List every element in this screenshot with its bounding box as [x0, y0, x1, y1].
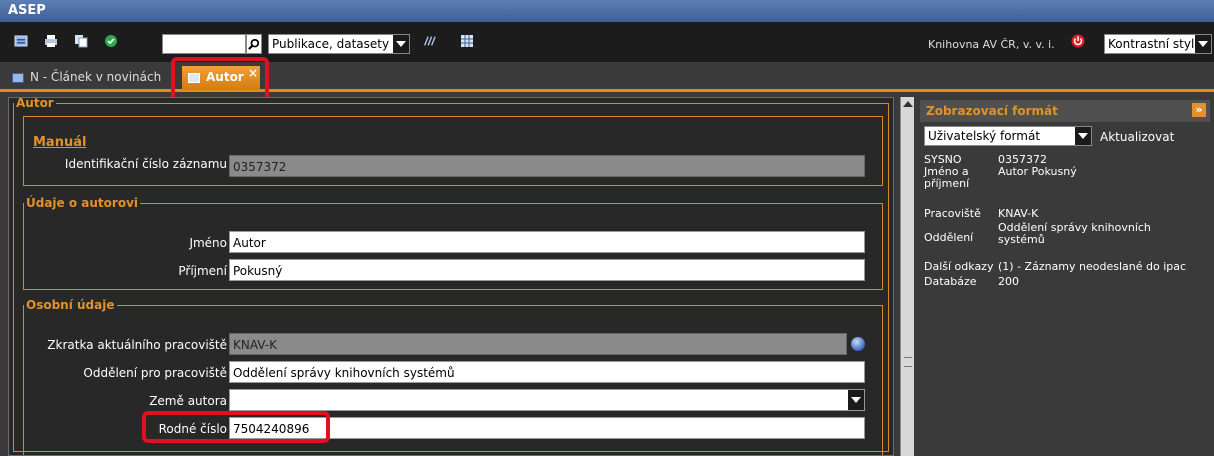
record-key: Další odkazy: [924, 260, 994, 273]
tab-autor[interactable]: Autor ×: [182, 66, 260, 90]
slashes-icon[interactable]: [422, 34, 438, 48]
scrollbar[interactable]: [900, 97, 914, 456]
record-value: Oddělení správy knihovních systémů: [998, 221, 1151, 246]
power-icon[interactable]: [1071, 34, 1085, 48]
chevron-down-icon: [848, 390, 864, 410]
prijmeni-field[interactable]: Pokusný: [229, 259, 865, 281]
tab-clanek[interactable]: N - Článek v novinách: [6, 66, 172, 90]
chevron-down-icon: [1195, 35, 1211, 53]
jmeno-label: Jméno: [189, 236, 227, 250]
copy-icon[interactable]: [74, 34, 88, 48]
close-icon[interactable]: ×: [248, 66, 258, 80]
record-value: Autor Pokusný: [998, 165, 1077, 178]
record-key: Pracoviště: [924, 207, 981, 220]
record-value: 200: [998, 275, 1019, 288]
database-select[interactable]: Publikace, datasety: [268, 34, 410, 54]
library-name: Knihovna AV ČR, v. v. i.: [928, 38, 1055, 51]
record-key: Databáze: [924, 275, 977, 288]
chevron-up-icon[interactable]: [903, 99, 913, 109]
app-title-bar: ASEP: [0, 0, 1214, 22]
form-panel: Autor Manuál Identifikační číslo záznamu…: [8, 97, 894, 456]
legend-udaje: Údaje o autorovi: [26, 196, 139, 210]
document-icon: [12, 73, 24, 83]
format-select[interactable]: Uživatelský formát: [924, 126, 1092, 146]
document-icon: [188, 73, 200, 83]
splitter-grip-icon[interactable]: [904, 357, 912, 367]
search-icon: [248, 38, 260, 50]
globe-icon[interactable]: [851, 337, 865, 351]
tab-bar: N - Článek v novinách Autor ×: [0, 62, 1214, 92]
display-format-panel: Zobrazovací formát » Uživatelský formát …: [920, 100, 1210, 456]
print-icon[interactable]: [44, 34, 58, 48]
app-window: ASEP Publikace, datasety Knihovna AV ČR,…: [0, 0, 1214, 456]
jmeno-field[interactable]: Autor: [229, 231, 865, 253]
oddeleni-field[interactable]: Oddělení správy knihovních systémů: [229, 361, 865, 383]
record-value: KNAV-K: [998, 207, 1039, 220]
zeme-select[interactable]: [229, 389, 865, 411]
rodne-label: Rodné číslo: [158, 422, 227, 436]
toolbar: Publikace, datasety Knihovna AV ČR, v. v…: [0, 22, 1214, 62]
manual-link[interactable]: Manuál: [33, 135, 86, 150]
display-format-header: Zobrazovací formát »: [920, 100, 1210, 122]
zeme-label: Země autora: [149, 394, 227, 408]
zkratka-label: Zkratka aktuálního pracoviště: [47, 338, 227, 352]
expand-icon[interactable]: »: [1192, 103, 1206, 117]
zkratka-field: KNAV-K: [229, 333, 847, 355]
legend-autor: Autor: [16, 97, 54, 110]
id-label: Identifikační číslo záznamu: [64, 157, 227, 171]
app-title: ASEP: [8, 3, 46, 18]
search-input[interactable]: [162, 34, 246, 54]
update-button[interactable]: Aktualizovat: [1100, 130, 1174, 144]
id-field: 0357372: [229, 155, 865, 177]
record-value: (1) - Záznamy neodeslané do ipac: [998, 260, 1187, 273]
record-key: Jméno a příjmení: [924, 165, 970, 190]
chevron-down-icon: [393, 35, 409, 53]
prijmeni-label: Příjmení: [178, 264, 227, 278]
record-key: Oddělení: [924, 231, 974, 244]
grid-icon[interactable]: [460, 34, 474, 48]
search-button[interactable]: [246, 34, 262, 54]
style-select[interactable]: Kontrastní styl: [1104, 34, 1212, 54]
list-icon[interactable]: [14, 34, 28, 48]
oddeleni-label: Oddělení pro pracoviště: [83, 366, 227, 380]
chevron-down-icon: [1075, 127, 1091, 145]
legend-osobni: Osobní údaje: [26, 298, 115, 312]
rodne-field[interactable]: 7504240896: [229, 417, 865, 439]
check-icon[interactable]: [104, 34, 118, 48]
